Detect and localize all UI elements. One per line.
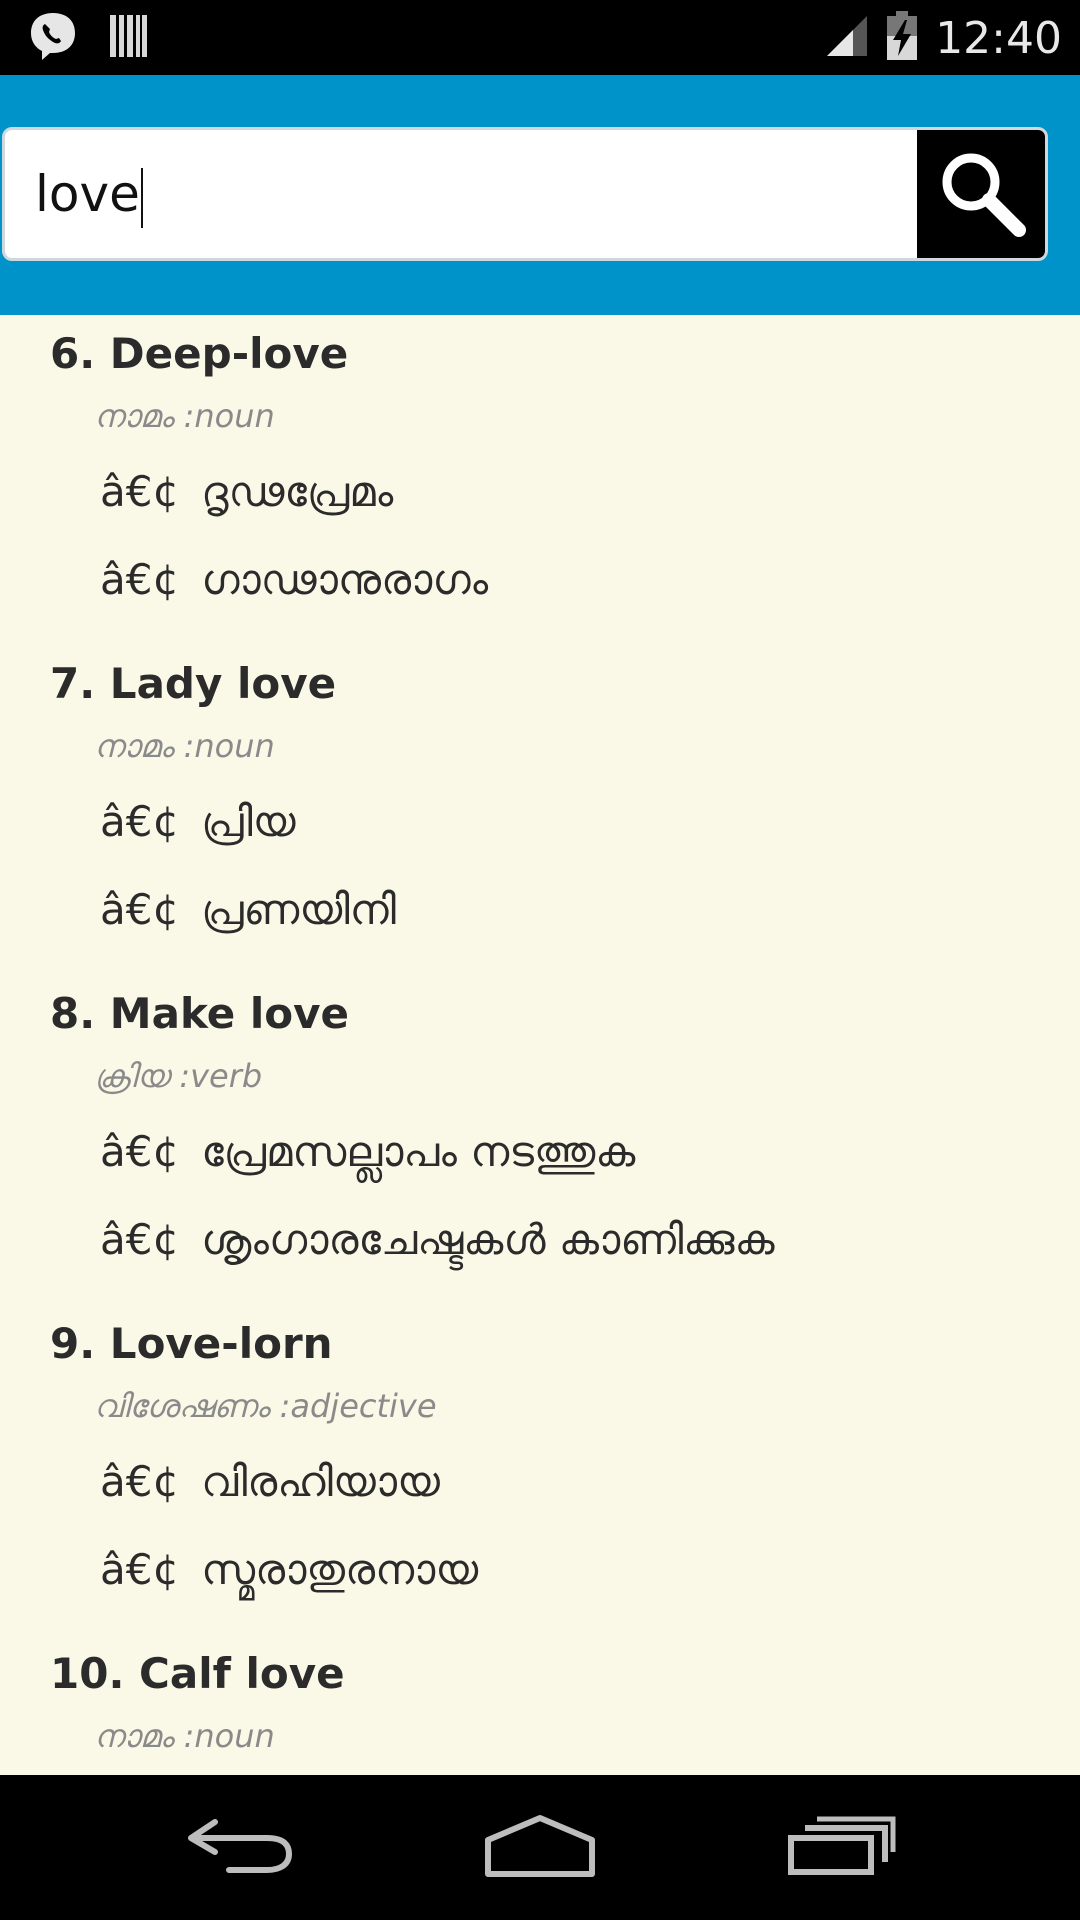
recent-apps-icon [787, 1816, 897, 1880]
bullet: â€¢ [100, 467, 180, 516]
entry-title[interactable]: 9. Love-lorn [50, 1319, 333, 1368]
entry-title[interactable]: 10. Calf love [50, 1649, 345, 1698]
entry-definition: â€¢ പ്രേമസല്ലാപം നടത്തുക [100, 1127, 635, 1177]
search-box: love [2, 127, 1048, 261]
search-icon [935, 146, 1027, 242]
clock: 12:40 [935, 12, 1062, 64]
text-cursor [140, 167, 143, 228]
recent-apps-button[interactable] [752, 1775, 932, 1920]
bullet: â€¢ [100, 885, 180, 934]
entry-definition: â€¢ ഗാഢാനുരാഗം [100, 555, 488, 605]
search-button[interactable] [917, 130, 1045, 258]
bullet: â€¢ [100, 1215, 180, 1264]
entry-definition: â€¢ പ്രണയിനി [100, 885, 396, 935]
entry-definition: â€¢ വിരഹിയായ [100, 1457, 440, 1507]
status-bar: 12:40 [0, 0, 1080, 75]
navigation-bar [0, 1775, 1080, 1920]
search-input-value: love [35, 165, 140, 223]
bullet: â€¢ [100, 1127, 180, 1176]
battery-charging-icon [885, 10, 919, 66]
definition-text: പ്രേമസല്ലാപം നടത്തുക [201, 1127, 636, 1176]
definition-text: പ്രണയിനി [201, 885, 396, 934]
bullet: â€¢ [100, 1545, 180, 1594]
entry-definition: â€¢ ദൃഢപ്രേമം [100, 467, 393, 517]
barcode-icon [108, 13, 148, 63]
entry-title[interactable]: 8. Make love [50, 989, 349, 1038]
definition-text: ശൃംഗാരചേഷ്ടകൾ കാണിക്കുക [201, 1215, 775, 1264]
bullet: â€¢ [100, 1457, 180, 1506]
entry-definition: â€¢ ശൃംഗാരചേഷ്ടകൾ കാണിക്കുക [100, 1215, 775, 1265]
definition-text: ദൃഢപ്രേമം [201, 467, 394, 516]
entry-title[interactable]: 7. Lady love [50, 659, 336, 708]
bullet: â€¢ [100, 797, 180, 846]
signal-icon [825, 14, 869, 62]
search-input[interactable]: love [35, 130, 143, 258]
back-button[interactable] [150, 1775, 330, 1920]
home-icon [482, 1814, 598, 1882]
screen: 12:40 love 6. Deep-love നാമം :noun â€¢ ദൃ… [0, 0, 1080, 1920]
home-button[interactable] [450, 1775, 630, 1920]
search-header: love [0, 75, 1080, 315]
entry-part-of-speech: നാമം :noun [94, 1717, 275, 1755]
entry-definition: â€¢ സ്മരാതുരനായ [100, 1545, 478, 1595]
entry-part-of-speech: വിശേഷണം :adjective [94, 1387, 437, 1425]
results-list[interactable]: 6. Deep-love നാമം :noun â€¢ ദൃഢപ്രേമം â€¢… [0, 315, 1080, 1775]
back-icon [185, 1816, 295, 1880]
definition-text: വിരഹിയായ [201, 1457, 440, 1506]
entry-part-of-speech: ക്രിയ :verb [94, 1057, 263, 1095]
entry-definition: â€¢ പ്രിയ [100, 797, 296, 847]
entry-title[interactable]: 6. Deep-love [50, 329, 348, 378]
definition-text: ഗാഢാനുരാഗം [201, 555, 489, 604]
definition-text: സ്മരാതുരനായ [201, 1545, 479, 1594]
entry-part-of-speech: നാമം :noun [94, 397, 275, 435]
entry-part-of-speech: നാമം :noun [94, 727, 275, 765]
definition-text: പ്രിയ [201, 797, 296, 846]
viber-icon [28, 10, 78, 66]
bullet: â€¢ [100, 555, 180, 604]
